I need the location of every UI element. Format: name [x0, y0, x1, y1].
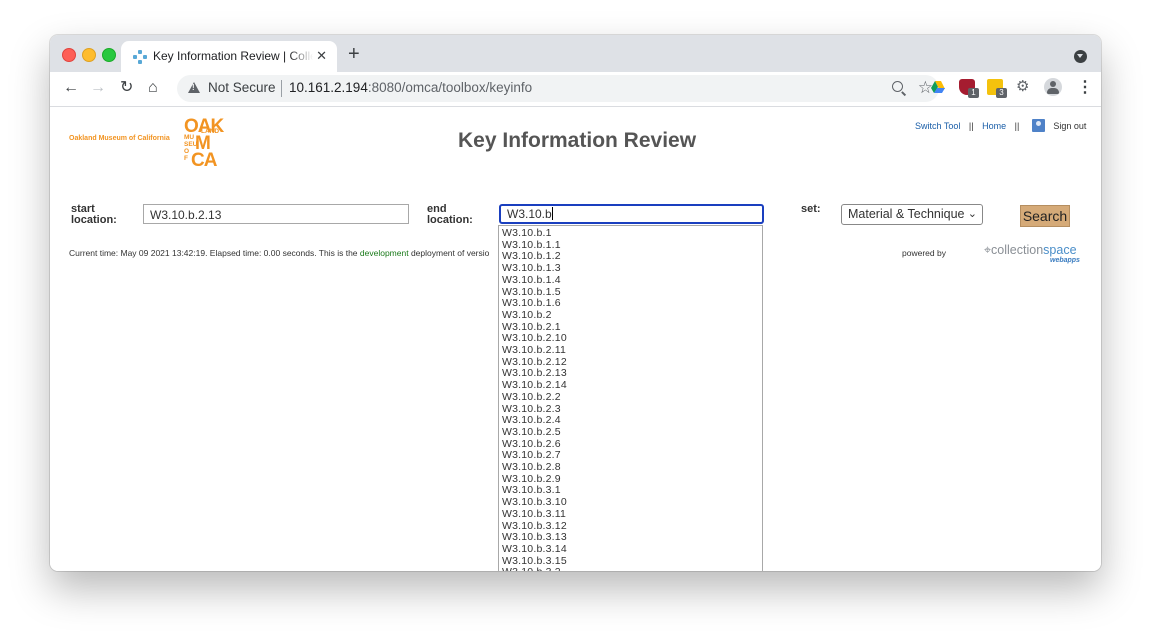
status-line: Current time: May 09 2021 13:42:19. Elap…	[69, 248, 489, 258]
url-path: :8080/omca/toolbox/keyinfo	[367, 80, 533, 95]
autocomplete-option[interactable]: W3.10.b.2.5	[499, 426, 762, 439]
logo-mu: MU	[184, 134, 195, 141]
zoom-icon[interactable]	[892, 81, 903, 92]
puzzle-extensions-icon[interactable]: ⚙	[1016, 78, 1032, 95]
new-tab-button[interactable]: +	[348, 44, 360, 64]
url-host: 10.161.2.194	[289, 80, 368, 95]
address-divider	[281, 80, 282, 97]
autocomplete-option[interactable]: W3.10.b.1	[499, 227, 762, 240]
status-prefix: Current time: May 09 2021 13:42:19. Elap…	[69, 248, 360, 258]
autocomplete-option[interactable]: W3.10.b.2	[499, 309, 762, 322]
start-location-input[interactable]: W3.10.b.2.13	[143, 204, 409, 224]
end-location-input[interactable]: W3.10.b	[499, 204, 764, 224]
header-links: Switch Tool || Home || Sign out	[915, 119, 1086, 132]
back-arrow-icon[interactable]: ←	[63, 78, 79, 98]
set-label: set:	[801, 203, 821, 215]
status-suffix: deployment of versio	[408, 248, 490, 258]
autocomplete-option[interactable]: W3.10.b.2.2	[499, 391, 762, 404]
more-menu-icon[interactable]: ⋮	[1077, 79, 1093, 97]
link-separator: ||	[1014, 121, 1020, 131]
shield-extension-badge: 1	[968, 88, 979, 98]
set-select[interactable]: Material & Technique ⌄	[841, 204, 983, 225]
logo-f: F	[184, 155, 188, 162]
home-icon[interactable]: ⌂	[148, 78, 158, 98]
search-button[interactable]: Search	[1020, 205, 1070, 227]
powered-by-label: powered by	[902, 248, 946, 258]
link-separator: ||	[968, 121, 974, 131]
omca-logo[interactable]: OAK LAND MU M SEU O F CA	[184, 117, 224, 170]
switch-tool-link[interactable]: Switch Tool	[915, 121, 960, 131]
autocomplete-dropdown[interactable]: W3.10.b.1 W3.10.b.1.1 W3.10.b.1.2 W3.10.b.1…	[498, 225, 763, 571]
end-location-label: end location:	[427, 204, 487, 226]
collectionspace-logo[interactable]: ⌖collectionspace	[984, 243, 1077, 258]
url-text[interactable]: 10.161.2.194:8080/omca/toolbox/keyinfo	[289, 80, 532, 95]
autocomplete-option[interactable]: W3.10.b.3.11	[499, 508, 762, 521]
cs-logo-sub: webapps	[1050, 257, 1080, 264]
set-selected-value: Material & Technique	[848, 207, 965, 221]
end-location-value: W3.10.b	[507, 207, 552, 221]
forward-arrow-icon[interactable]: →	[90, 78, 106, 98]
end-label-line2: location:	[427, 214, 473, 226]
start-location-label: start location:	[71, 204, 131, 226]
not-secure-label[interactable]: Not Secure	[208, 80, 276, 95]
sign-out-link[interactable]: Sign out	[1053, 121, 1086, 131]
cs-logo-prefix: collection	[991, 243, 1044, 257]
address-bar[interactable]: Not Secure 10.161.2.194:8080/omca/toolbo…	[177, 75, 939, 102]
page-content: Oakland Museum of California OAK LAND MU…	[50, 107, 1101, 571]
autocomplete-option[interactable]: W3.10.b.2.8	[499, 461, 762, 474]
autocomplete-option[interactable]: W3.10.b.2.11	[499, 344, 762, 357]
notes-extension-badge: 3	[996, 88, 1007, 98]
shield-extension-icon[interactable]: 1	[959, 79, 979, 98]
home-link[interactable]: Home	[982, 121, 1006, 131]
notes-extension-icon[interactable]: 3	[987, 79, 1007, 98]
tab-search-icon[interactable]	[1074, 50, 1087, 63]
maximize-window-button[interactable]	[102, 48, 116, 62]
autocomplete-option[interactable]: W3.10.b.3.2	[499, 567, 762, 571]
warning-icon[interactable]	[188, 82, 200, 93]
cs-logo-suffix: space	[1043, 243, 1077, 257]
google-drive-icon[interactable]	[930, 79, 946, 95]
close-tab-icon[interactable]: ✕	[316, 48, 327, 64]
profile-avatar-icon[interactable]	[1044, 78, 1062, 96]
browser-toolbar: ← → ↻ ⌂ Not Secure 10.161.2.194:8080/omc…	[50, 72, 1101, 107]
org-name[interactable]: Oakland Museum of California	[69, 135, 170, 142]
page-title: Key Information Review	[458, 129, 697, 152]
logo-ca: CA	[191, 150, 217, 171]
collectionspace-favicon-icon	[133, 50, 147, 64]
start-label-line2: location:	[71, 214, 117, 226]
tab-title: Key Information Review | Collectionspace	[153, 49, 313, 63]
chevron-down-icon: ⌄	[967, 208, 977, 220]
tab-strip: Key Information Review | Collectionspace…	[50, 35, 1101, 72]
text-cursor	[551, 207, 553, 220]
environment-label: development	[359, 248, 409, 258]
autocomplete-option[interactable]: W3.10.b.3.14	[499, 543, 762, 556]
logo-o: O	[184, 148, 190, 155]
logo-seu: SEU	[184, 141, 198, 148]
cs-dots-icon: ⌖	[984, 243, 992, 257]
minimize-window-button[interactable]	[82, 48, 96, 62]
reload-icon[interactable]: ↻	[120, 78, 133, 98]
close-window-button[interactable]	[62, 48, 76, 62]
tab-key-information-review[interactable]: Key Information Review | Collectionspace…	[121, 41, 337, 72]
user-icon[interactable]	[1031, 119, 1045, 132]
browser-window: Key Information Review | Collectionspace…	[50, 35, 1101, 571]
autocomplete-option[interactable]: W3.10.b.1.4	[499, 274, 762, 287]
